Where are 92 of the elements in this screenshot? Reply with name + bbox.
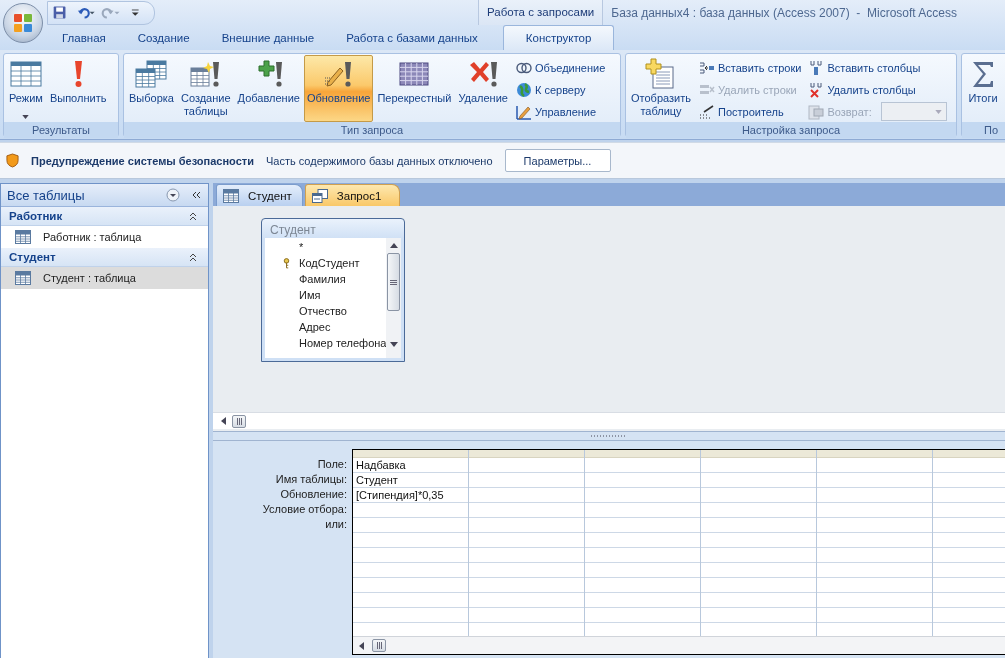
field-name[interactable]: Фамилия [299,273,346,285]
undo-icon[interactable] [76,5,95,20]
ribbon-button[interactable]: Режим [6,55,46,122]
table-icon [9,58,42,90]
navigation-item[interactable]: Студент : таблица [1,267,208,289]
group-label: Тип запроса [124,122,620,138]
insert-rows-icon [698,59,715,76]
ribbon-button[interactable]: Итоги [964,55,1002,122]
group-header[interactable]: Студент [1,248,208,267]
ribbon-button[interactable]: Объединение [515,58,606,77]
collapse-icon[interactable] [188,252,198,262]
exclamation-icon [73,58,83,90]
globe-icon [515,81,532,98]
delete-columns-icon [808,81,825,98]
row-label: или: [325,517,347,532]
ribbon-button[interactable]: Создание таблицы [177,55,234,122]
group-header[interactable]: Работник [1,207,208,226]
field-name[interactable]: * [299,241,304,253]
office-button[interactable] [3,3,43,43]
navigation-item[interactable]: Работник : таблица [1,226,208,248]
ribbon-button[interactable]: Выборка [126,55,177,122]
tables-icon [135,58,168,90]
group-label: Настройка запроса [626,122,956,138]
security-warning-title: Предупреждение системы безопасности [31,154,254,167]
ribbon-button[interactable]: Управление [515,102,606,121]
field-name[interactable]: Адрес [299,321,331,333]
ribbon-button[interactable]: Отобразить таблицу [628,55,694,122]
table-plus-icon [645,58,677,90]
grip-icon[interactable] [376,642,382,649]
ribbon-button[interactable]: Добавление [234,55,303,122]
dropdown-icon[interactable] [166,188,180,202]
document-tab[interactable]: Запрос1 [304,184,401,206]
ribbon-tab[interactable]: Создание [122,26,205,50]
ribbon-button[interactable]: Вставить столбцы [808,58,947,77]
left-arrow-icon[interactable] [221,417,226,425]
document-tab[interactable]: Студент [216,184,303,206]
ribbon-tab[interactable]: Работа с базами данных [331,26,493,50]
ribbon-button[interactable]: К серверу [515,80,606,99]
table-icon [15,230,31,244]
caret-icon [934,109,942,114]
field-name[interactable]: Отчество [299,305,347,317]
row-label: Обновление: [280,487,347,502]
up-arrow-icon[interactable] [389,243,398,248]
grip-icon[interactable] [236,417,242,425]
caret-icon [22,115,30,119]
ribbon-button[interactable]: Выполнить [46,55,110,122]
grid-cell-text[interactable]: [Стипендия]*0,35 [356,489,444,501]
group-label: По [962,122,1005,138]
grid-cell-text[interactable]: Надбавка [356,459,406,471]
group-title: Работник [9,210,64,222]
table-icon [223,188,239,203]
scrollbar[interactable] [353,636,1005,654]
row-label: Поле: [317,457,347,472]
collapse-pane-icon[interactable] [190,190,202,200]
scrollbar[interactable] [386,238,401,358]
ribbon-tab[interactable]: Главная [47,26,121,50]
row-label: Условие отбора: [262,502,347,517]
left-arrow-icon[interactable] [359,641,364,650]
field-name[interactable]: Номер телефона [299,337,387,349]
splitter-handle[interactable] [213,431,1005,441]
ribbon-button[interactable]: Обновление [303,55,374,122]
pencil-ruler-icon [515,103,532,120]
ribbon-button[interactable]: Удаление [455,55,511,122]
ribbon-button[interactable]: Перекрестный [374,55,455,122]
ribbon-button[interactable]: Вставить строки [698,58,802,77]
query-icon [311,188,328,203]
return-label: Возврат: [827,105,872,118]
ribbon-tab[interactable]: Конструктор [502,25,615,50]
scrollbar[interactable] [213,412,1005,429]
row-label: Имя таблицы: [275,472,347,487]
field-name[interactable]: Имя [299,289,321,301]
office-logo-icon [11,11,35,35]
down-arrow-icon[interactable] [389,342,398,347]
security-message: Часть содержимого базы данных отключено [265,154,493,167]
table-icon [15,271,31,285]
window-title: База данных4 : база данных (Access 2007) - Microsoft Access [611,5,957,20]
field-list-title: Студент [269,222,317,238]
options-button[interactable]: Параметры... [504,149,611,172]
shield-icon [6,153,19,168]
ribbon-button[interactable]: Удалить столбцы [808,80,947,99]
group-label: Результаты [4,122,118,138]
wand-icon [698,103,715,120]
collapse-icon[interactable] [188,211,198,221]
ribbon-button[interactable]: Построитель [698,102,802,121]
grid-cell-text[interactable]: Студент [356,474,398,486]
insert-columns-icon [808,59,825,76]
field-name[interactable]: КодСтудент [299,257,360,269]
grip-icon[interactable] [390,279,398,285]
return-icon [808,103,825,120]
ribbon-tab[interactable]: Внешние данные [206,26,330,50]
contextual-tab-label: Работа с запросами [478,0,604,25]
group-title: Студент [9,251,57,263]
